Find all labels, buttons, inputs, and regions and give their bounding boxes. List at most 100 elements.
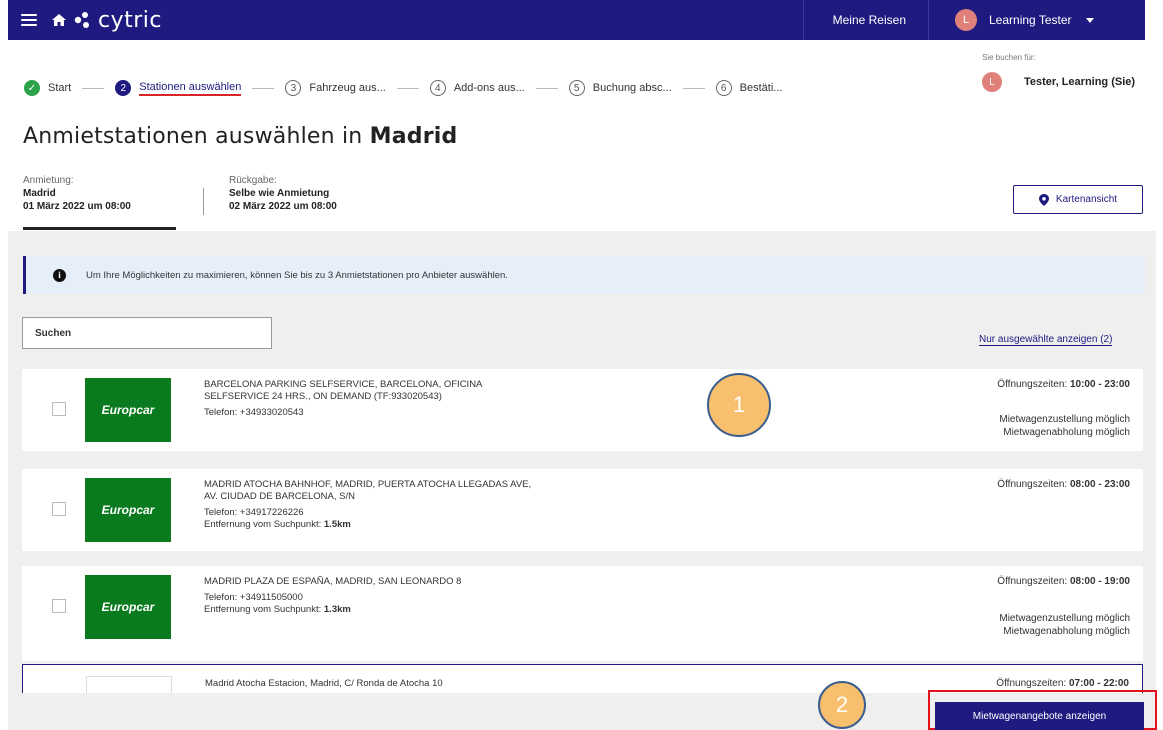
- map-view-label: Kartenansicht: [1055, 194, 1118, 205]
- step-number: 4: [429, 80, 446, 96]
- station-details: Madrid Atocha Estacion, Madrid, C/ Ronda…: [205, 678, 625, 690]
- step-complete-booking[interactable]: 5 Buchung absc...: [568, 80, 672, 96]
- opening-hours-value: 10:00 - 23:00: [1069, 379, 1130, 390]
- station-services: Mietwagenzustellung möglich Mietwagenabh…: [999, 413, 1130, 439]
- top-navigation-bar: cytric Meine Reisen L Learning Tester: [8, 0, 1145, 40]
- station-card[interactable]: Europcar MADRID PLAZA DE ESPAÑA, MADRID,…: [22, 566, 1143, 661]
- station-distance: Entfernung vom Suchpunkt: 1.3km: [204, 604, 351, 615]
- logo-text: cytric: [98, 7, 162, 33]
- map-view-button[interactable]: Kartenansicht: [1013, 185, 1143, 214]
- show-only-selected-link[interactable]: Nur ausgewählte anzeigen (2): [979, 334, 1113, 346]
- opening-hours-value: 07:00 - 22:00: [1068, 678, 1129, 689]
- station-details: BARCELONA PARKING SELFSERVICE, BARCELONA…: [204, 379, 624, 419]
- europcar-logo: Europcar: [85, 575, 171, 639]
- step-number: 2: [115, 80, 132, 96]
- step-connector: [535, 87, 558, 89]
- return-summary[interactable]: Rückgabe: Selbe wie Anmietung 02 März 20…: [229, 175, 337, 212]
- europcar-logo: Europcar: [85, 478, 171, 542]
- pickup-location: Madrid: [23, 188, 56, 199]
- traveler-name: Tester, Learning (Sie): [1024, 76, 1136, 88]
- station-name-cont: AV. CIUDAD DE BARCELONA, S/N: [204, 491, 355, 502]
- step-number: 5: [568, 80, 585, 96]
- station-services: Mietwagenzustellung möglich Mietwagenabh…: [999, 612, 1130, 638]
- show-car-offers-button[interactable]: Mietwagenangebote anzeigen: [935, 702, 1144, 730]
- station-card[interactable]: Europcar MADRID ATOCHA BAHNHOF, MADRID, …: [22, 469, 1143, 551]
- station-checkbox[interactable]: [52, 599, 66, 613]
- opening-hours-value: 08:00 - 19:00: [1069, 576, 1130, 587]
- station-name: Madrid Atocha Estacion, Madrid, C/ Ronda…: [205, 678, 443, 689]
- step-connector: [682, 87, 705, 89]
- station-checkbox[interactable]: [52, 502, 66, 516]
- page-title: Anmietstationen auswählen in Madrid: [23, 124, 458, 149]
- station-card[interactable]: Europcar BARCELONA PARKING SELFSERVICE, …: [22, 369, 1143, 451]
- home-icon[interactable]: [51, 12, 67, 28]
- station-details: MADRID ATOCHA BAHNHOF, MADRID, PUERTA AT…: [204, 479, 624, 531]
- step-connector: [396, 87, 419, 89]
- station-details: MADRID PLAZA DE ESPAÑA, MADRID, SAN LEON…: [204, 576, 624, 616]
- step-connector: [252, 87, 275, 89]
- step-connector: [82, 87, 105, 89]
- step-label: Start: [48, 82, 72, 94]
- station-name: MADRID PLAZA DE ESPAÑA, MADRID, SAN LEON…: [204, 576, 462, 587]
- step-number: 6: [715, 80, 732, 96]
- europcar-logo: Europcar: [85, 378, 171, 442]
- pickup-caption: Anmietung:: [23, 175, 74, 186]
- opening-hours: Öffnungszeiten: 07:00 - 22:00: [996, 678, 1129, 689]
- step-label: Stationen auswählen: [139, 81, 242, 96]
- opening-hours-value: 08:00 - 23:00: [1069, 479, 1130, 490]
- map-pin-icon: [1038, 193, 1049, 206]
- info-icon: i: [53, 268, 66, 282]
- step-start[interactable]: ✓ Start: [24, 80, 71, 96]
- distance-value: 1.5km: [323, 519, 351, 530]
- station-name: BARCELONA PARKING SELFSERVICE, BARCELONA…: [204, 379, 483, 390]
- user-menu[interactable]: L Learning Tester: [928, 0, 1145, 40]
- step-label: Add-ons aus...: [453, 82, 525, 94]
- station-name-cont: SELFSERVICE 24 HRS., ON DEMAND (TF:93302…: [204, 391, 442, 402]
- booking-for-panel: Sie buchen für: L Tester, Learning (Sie): [955, 53, 1155, 92]
- user-name: Learning Tester: [989, 13, 1072, 27]
- booking-stepper: ✓ Start 2 Stationen auswählen 3 Fahrzeug…: [24, 80, 782, 96]
- logo-dots-icon: [74, 12, 89, 28]
- check-icon: ✓: [24, 80, 40, 96]
- active-tab-underline: [23, 227, 176, 230]
- annotation-marker-2: 2: [818, 681, 866, 729]
- step-number: 3: [285, 80, 302, 96]
- step-select-stations[interactable]: 2 Stationen auswählen: [115, 80, 242, 96]
- info-banner: i Um Ihre Möglichkeiten zu maximieren, k…: [23, 256, 1145, 294]
- avatar: L: [982, 72, 1002, 92]
- annotation-marker-1: 1: [707, 373, 771, 437]
- opening-hours: Öffnungszeiten: 08:00 - 19:00: [997, 576, 1130, 587]
- hamburger-menu-icon[interactable]: [21, 14, 37, 26]
- service-delivery: Mietwagenzustellung möglich: [999, 414, 1130, 425]
- step-label: Fahrzeug aus...: [309, 82, 386, 94]
- step-label: Bestäti...: [739, 82, 783, 94]
- station-phone: Telefon: +34917226226: [204, 507, 304, 518]
- search-input[interactable]: [22, 317, 272, 349]
- page-title-city: Madrid: [369, 124, 458, 149]
- service-pickup: Mietwagenabholung möglich: [1003, 427, 1130, 438]
- station-phone: Telefon: +34911505000: [204, 592, 303, 603]
- station-checkbox[interactable]: [52, 402, 66, 416]
- station-distance: Entfernung vom Suchpunkt: 1.5km: [204, 519, 351, 530]
- return-datetime: 02 März 2022 um 08:00: [229, 201, 337, 212]
- info-text: Um Ihre Möglichkeiten zu maximieren, kön…: [86, 269, 508, 281]
- opening-hours: Öffnungszeiten: 10:00 - 23:00: [997, 379, 1130, 390]
- service-pickup: Mietwagenabholung möglich: [1003, 626, 1130, 637]
- step-select-addons[interactable]: 4 Add-ons aus...: [429, 80, 525, 96]
- step-select-vehicle[interactable]: 3 Fahrzeug aus...: [285, 80, 386, 96]
- my-trips-link[interactable]: Meine Reisen: [802, 0, 928, 40]
- booking-for-caption: Sie buchen für:: [982, 53, 1036, 62]
- distance-value: 1.3km: [323, 604, 351, 615]
- station-phone: Telefon: +34933020543: [204, 407, 304, 418]
- service-delivery: Mietwagenzustellung möglich: [999, 613, 1130, 624]
- pickup-datetime: 01 März 2022 um 08:00: [23, 201, 131, 212]
- pickup-summary[interactable]: Anmietung: Madrid 01 März 2022 um 08:00: [23, 175, 131, 212]
- step-confirmation[interactable]: 6 Bestäti...: [715, 80, 783, 96]
- chevron-down-icon: [1085, 17, 1094, 23]
- avatar: L: [955, 9, 977, 31]
- opening-hours: Öffnungszeiten: 08:00 - 23:00: [997, 479, 1130, 490]
- cytric-logo[interactable]: cytric: [73, 8, 162, 33]
- return-caption: Rückgabe:: [229, 175, 277, 186]
- divider: [203, 188, 204, 215]
- station-name: MADRID ATOCHA BAHNHOF, MADRID, PUERTA AT…: [204, 479, 532, 490]
